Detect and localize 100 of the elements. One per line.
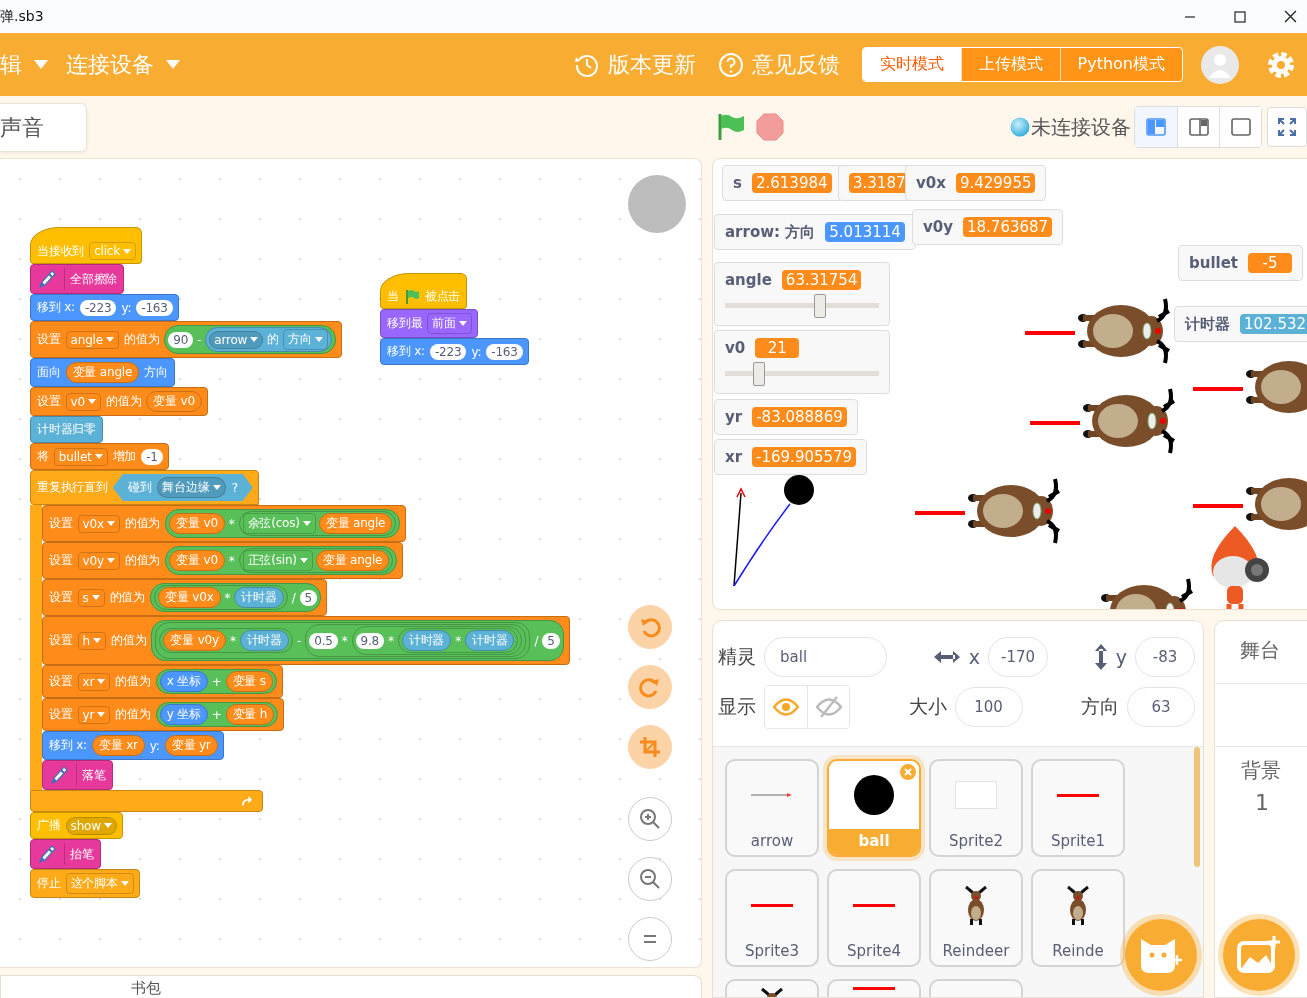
reporter-block[interactable]: 变量 xr (91, 735, 145, 756)
menu-item[interactable]: 连接设备 (66, 49, 180, 80)
reporter-block[interactable]: y 坐标 + 变量 h (155, 702, 279, 727)
number-input[interactable]: 5 (299, 589, 318, 606)
reporter-block[interactable]: 变量 v0 * 正弦(sin) 变量 angle (165, 546, 398, 575)
reporter-block[interactable]: 计时器 (401, 630, 452, 651)
code-block[interactable]: 设置 xr 的值为 x 坐标 + 变量 s (42, 665, 283, 698)
reporter-block[interactable]: x 坐标 (159, 671, 208, 692)
mode-tab[interactable]: Python模式 (1059, 48, 1182, 81)
reporter-block[interactable]: 变量 v0x * 计时器 (154, 585, 288, 610)
backpack-header[interactable]: 书包 (0, 975, 702, 998)
reporter-block[interactable]: 变量 yr (164, 735, 218, 756)
sprite-tile[interactable]: Sprite1 (1031, 759, 1125, 857)
toolbar-link[interactable]: 版本更新 (573, 49, 696, 80)
sprite-tile[interactable]: Reinde (1031, 869, 1125, 967)
boolean-block[interactable]: 碰到 舞台边缘 ? (112, 474, 253, 501)
code-block[interactable]: 移到 x: -223 y: -163 (30, 294, 179, 321)
reporter-block[interactable]: 变量 angle (315, 550, 390, 571)
dropdown-input[interactable]: xr (77, 672, 111, 691)
reporter-block[interactable]: 变量 v0y * 计时器 (159, 628, 294, 653)
dropdown-input[interactable]: bullet (53, 447, 108, 466)
dropdown-input[interactable]: 方向 (283, 329, 328, 350)
sprite-tile[interactable]: Sprite3 (725, 869, 819, 967)
reporter-block[interactable]: 变量 v0 * 余弦(cos) 变量 angle (165, 509, 401, 538)
dropdown-input[interactable]: s (77, 588, 105, 607)
reporter-block[interactable]: 计时器 (234, 587, 284, 608)
dropdown-input[interactable]: click (89, 242, 137, 260)
dropdown-input[interactable]: v0 (65, 392, 101, 411)
number-input[interactable]: -223 (429, 343, 467, 360)
reporter-block[interactable]: 变量 angle (318, 513, 393, 534)
code-block[interactable]: 广播 show (30, 812, 123, 839)
reporter-block[interactable]: 变量 v0y * 计时器 - 0.5 * 9.8 * 计时器 * 计时器 (155, 622, 531, 659)
number-input[interactable]: -163 (486, 343, 523, 360)
reporter-block[interactable]: x 坐标 + 变量 s (155, 669, 277, 694)
code-block[interactable]: 设置 v0 的值为 变量 v0 (30, 387, 208, 416)
code-block[interactable]: 计时器归零 (30, 416, 103, 443)
editor-tab[interactable]: 声音 (0, 103, 87, 152)
hat-block[interactable]: 当 被点击 (380, 273, 468, 309)
sprite-tile[interactable]: Sprite4 (827, 869, 921, 967)
reporter-block[interactable]: 计时器 * 计时器 (397, 628, 519, 653)
mode-tab[interactable]: 实时模式 (862, 48, 961, 81)
code-block[interactable]: 设置 v0x 的值为 变量 v0 * 余弦(cos) 变量 angle (42, 505, 407, 542)
number-input[interactable]: 9.8 (355, 632, 384, 649)
code-block[interactable]: 落笔 (42, 760, 113, 790)
number-input[interactable]: -223 (79, 299, 117, 316)
dropdown-input[interactable]: arrow (209, 330, 264, 349)
reporter-block[interactable]: 正弦(sin) 变量 angle (238, 548, 394, 573)
hat-block[interactable]: 当接收到 click (30, 227, 143, 264)
code-block[interactable]: 停止 这个脚本 (30, 869, 140, 898)
reporter-block[interactable]: 变量 v0y * 计时器 - 0.5 * 9.8 * 计时器 * 计时器 / 5 (151, 620, 564, 661)
mode-tab[interactable]: 上传模式 (960, 48, 1060, 81)
reporter-block[interactable]: 变量 v0 (169, 513, 225, 534)
code-block[interactable]: 抬笔 (30, 839, 101, 869)
reporter-block[interactable]: 变量 angle (65, 362, 140, 383)
dropdown-input[interactable]: show (65, 816, 117, 835)
reporter-block[interactable]: 0.5 * 9.8 * 计时器 * 计时器 (305, 624, 527, 657)
dropdown-input[interactable]: h (77, 631, 106, 650)
code-block[interactable]: 将 bullet 增加 -1 (30, 443, 169, 470)
reporter-block[interactable]: 计时器 (465, 630, 515, 651)
reporter-block[interactable]: 变量 v0 (169, 550, 225, 571)
number-input[interactable]: -163 (136, 299, 173, 316)
sprite-tile[interactable]: Sprite2 (929, 759, 1023, 857)
dropdown-input[interactable]: yr (77, 705, 111, 724)
code-block[interactable]: 设置 angle 的值为 90 - arrow 的 方向 (30, 321, 342, 358)
reporter-block[interactable]: y 坐标 (159, 704, 208, 725)
menu-item[interactable]: 辑 (0, 49, 48, 80)
number-input[interactable]: 5 (542, 632, 560, 649)
reporter-block[interactable]: 变量 v0x * 计时器 / 5 (150, 583, 322, 612)
dropdown-input[interactable]: 这个脚本 (65, 873, 134, 894)
reporter-block[interactable]: 变量 h (225, 704, 275, 725)
code-block[interactable]: 面向 变量 angle 方向 (30, 358, 175, 387)
number-input[interactable]: -1 (141, 448, 163, 465)
code-block[interactable]: 设置 yr 的值为 y 坐标 + 变量 h (42, 698, 285, 731)
code-block[interactable]: 移到 x: -223 y: -163 (380, 338, 529, 365)
dropdown-input[interactable]: v0x (77, 514, 120, 533)
reporter-block[interactable]: 计时器 (239, 630, 290, 651)
sprite-tile[interactable]: ball (827, 759, 921, 857)
sprite-tile[interactable]: Reindeer (929, 869, 1023, 967)
code-block[interactable]: 全部擦除 (30, 264, 125, 294)
dropdown-input[interactable]: angle (65, 330, 119, 349)
code-block[interactable]: 设置 h 的值为 变量 v0y * 计时器 - 0.5 * 9.8 * 计时器 * 计时器 / 5 (42, 616, 570, 665)
dropdown-input[interactable]: 余弦(cos) (242, 513, 316, 534)
reporter-block[interactable]: 变量 v0 (146, 391, 202, 412)
dropdown-input[interactable]: 舞台边缘 (157, 477, 226, 498)
number-input[interactable]: 90 (168, 331, 194, 348)
reporter-block[interactable]: 变量 v0x (158, 587, 221, 608)
dropdown-input[interactable]: 前面 (427, 313, 472, 334)
toolbar-link[interactable]: 意见反馈 (717, 49, 840, 80)
code-block[interactable]: 设置 v0y 的值为 变量 v0 * 正弦(sin) 变量 angle (42, 542, 404, 579)
reporter-block[interactable]: 余弦(cos) 变量 angle (238, 511, 397, 536)
reporter-block[interactable]: 90 - arrow 的 方向 (164, 325, 336, 354)
dropdown-input[interactable]: 正弦(sin) (242, 550, 313, 571)
reporter-block[interactable]: arrow 的 方向 (205, 327, 332, 352)
dropdown-input[interactable]: v0y (77, 551, 120, 570)
code-block[interactable]: 移到 x: 变量 xr y: 变量 yr (42, 731, 224, 760)
code-block[interactable]: 移到最 前面 (380, 309, 478, 338)
number-input[interactable]: 0.5 (309, 632, 338, 649)
reporter-block[interactable]: 9.8 * 计时器 * 计时器 (351, 626, 523, 655)
reporter-block[interactable]: 变量 v0y (163, 630, 226, 651)
reporter-block[interactable]: 变量 s (225, 671, 273, 692)
